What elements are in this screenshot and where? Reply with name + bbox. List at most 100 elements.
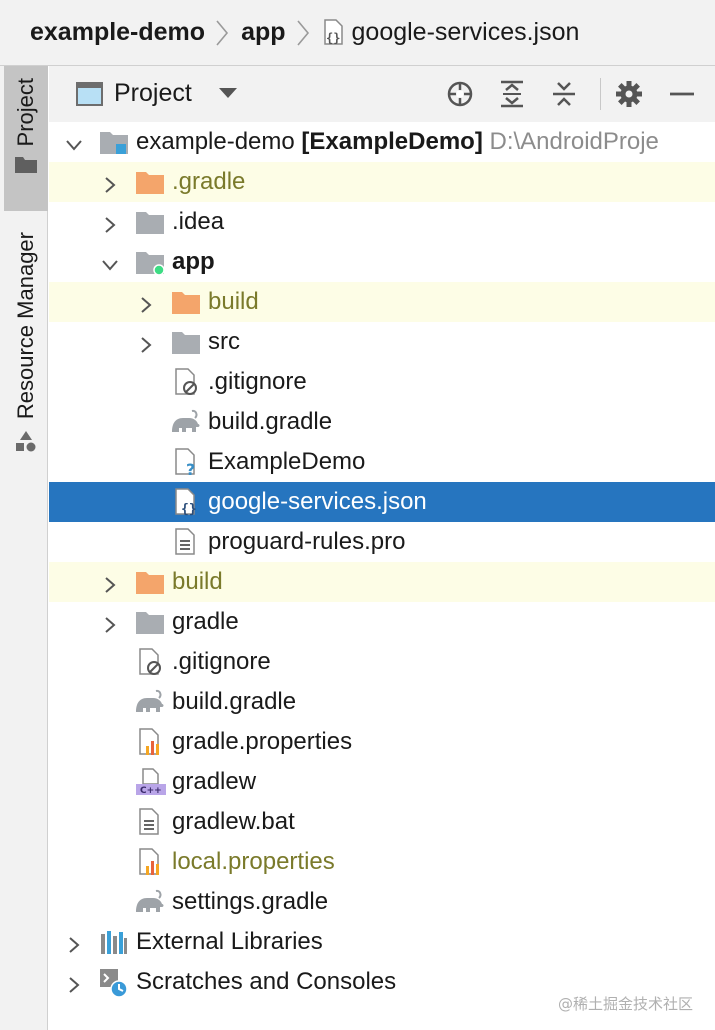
toolbar-divider [600,78,601,110]
tree-item-file[interactable]: .gitignore [49,362,715,402]
project-view-icon [76,82,103,106]
gear-icon[interactable] [613,78,645,110]
tree-item-label: .idea [172,208,225,235]
svg-text:C++: C++ [140,786,162,796]
tree-item-root[interactable]: example-demo [ExampleDemo] D:\AndroidPro… [49,122,715,162]
resource-manager-icon [14,429,38,458]
breadcrumb-item-file[interactable]: google-services.json [352,18,580,47]
gradle-elephant-icon [133,888,164,916]
tree-item-folder[interactable]: src [49,322,715,362]
tree-item-label: .gitignore [172,648,271,675]
tree-item-label: External Libraries [136,928,323,955]
tree-item-external-libraries[interactable]: External Libraries [49,922,715,962]
svg-text:{}: {} [181,502,197,516]
tree-item-file[interactable]: gradle.properties [49,722,715,762]
tree-item-label: gradle [172,608,239,635]
tree-item-file[interactable]: build.gradle [49,682,715,722]
tree-item-label: example-demo [ExampleDemo] D:\AndroidPro… [136,128,659,155]
ignore-file-icon [173,368,203,396]
chevron-right-icon[interactable] [65,973,83,993]
tree-item-label: build.gradle [172,688,297,715]
tree-item-label: src [208,328,240,355]
chevron-right-icon[interactable] [137,333,155,353]
json-file-icon: {} [173,488,203,517]
chevron-down-icon[interactable] [101,253,119,271]
tab-resource-manager-label: Resource Manager [13,232,38,420]
tab-resource-manager[interactable]: Resource Manager [4,224,48,469]
tree-item-excluded-folder[interactable]: .gradle [49,162,715,202]
chevron-right-icon [296,18,310,48]
tree-item-file[interactable]: ? ExampleDemo [49,442,715,482]
properties-file-icon [137,728,167,756]
tree-item-label: ExampleDemo [208,448,366,475]
svg-text:?: ? [186,460,195,476]
tree-item-excluded-folder[interactable]: build [49,282,715,322]
module-folder-icon [99,128,129,156]
watermark: @稀土掘金技术社区 [557,995,693,1013]
folder-icon [135,608,165,636]
locate-icon[interactable] [444,78,476,110]
tree-item-label: proguard-rules.pro [208,528,406,555]
tab-project-label: Project [13,78,38,147]
chevron-right-icon[interactable] [101,613,119,633]
tree-item-label: gradlew [172,768,257,795]
properties-file-icon [137,848,167,876]
tree-item-label: build.gradle [208,408,333,435]
collapse-all-icon[interactable] [548,78,580,110]
project-panel-header: Project [49,66,715,122]
tree-item-file[interactable]: build.gradle [49,402,715,442]
chevron-right-icon[interactable] [137,293,155,313]
tree-item-folder[interactable]: .idea [49,202,715,242]
tree-item-file[interactable]: C++ gradlew [49,762,715,802]
minimize-icon[interactable] [666,78,698,110]
chevron-down-icon[interactable] [219,88,237,98]
text-file-icon [137,808,167,836]
tree-item-file[interactable]: local.properties [49,842,715,882]
folder-icon [14,154,38,179]
tool-window-strip: Project Resource Manager [0,66,48,1030]
chevron-right-icon[interactable] [101,173,119,193]
chevron-right-icon [215,18,229,48]
folder-icon [135,208,165,236]
tree-item-label: .gradle [172,168,246,195]
chevron-right-icon[interactable] [65,933,83,953]
tree-item-label: gradlew.bat [172,808,295,835]
unknown-file-icon: ? [173,448,203,479]
breadcrumb-item-module[interactable]: app [241,18,285,47]
tree-item-label: Scratches and Consoles [136,968,397,995]
tree-item-label: google-services.json [208,488,427,515]
excluded-folder-icon [135,168,165,196]
project-tree: example-demo [ExampleDemo] D:\AndroidPro… [49,122,715,1002]
tree-item-module[interactable]: app [49,242,715,282]
tree-item-file[interactable]: gradlew.bat [49,802,715,842]
ignore-file-icon [137,648,167,676]
tree-item-label: .gitignore [208,368,307,395]
breadcrumb: example-demo app {} google-services.json [0,0,715,66]
tab-project[interactable]: Project [4,66,48,211]
tree-item-file[interactable]: .gitignore [49,642,715,682]
folder-icon [171,328,201,356]
tree-item-label: build [172,568,223,595]
chevron-down-icon[interactable] [65,133,83,151]
tree-item-file[interactable]: settings.gradle [49,882,715,922]
tree-item-label: app [172,248,215,275]
expand-all-icon[interactable] [496,78,528,110]
excluded-folder-icon [135,568,165,596]
svg-text:{}: {} [326,31,340,45]
gradle-elephant-icon [169,408,200,436]
view-selector-label[interactable]: Project [114,79,192,108]
tree-item-label: local.properties [172,848,335,875]
chevron-right-icon[interactable] [101,573,119,593]
chevron-right-icon[interactable] [101,213,119,233]
breadcrumb-item-project[interactable]: example-demo [30,18,205,47]
tree-item-folder[interactable]: gradle [49,602,715,642]
shell-script-icon: C++ [135,768,166,796]
android-module-icon [135,248,165,276]
tree-item-selected-file[interactable]: {} google-services.json [49,482,715,522]
scratches-icon [99,968,129,998]
tree-item-excluded-folder[interactable]: build [49,562,715,602]
tree-item-file[interactable]: proguard-rules.pro [49,522,715,562]
library-icon [99,928,129,956]
gradle-elephant-icon [133,688,164,716]
tree-item-label: build [208,288,259,315]
